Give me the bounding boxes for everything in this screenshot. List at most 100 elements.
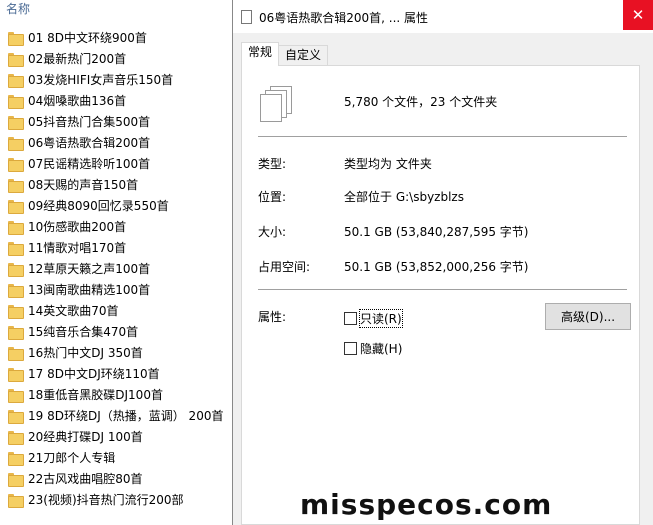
folder-list: 01 8D中文环绕900首 02最新热门200首 03发烧HIFI女声音乐150首 0… xyxy=(8,27,223,510)
folder-icon xyxy=(8,304,24,319)
type-label: 类型: xyxy=(258,157,287,171)
folder-icon xyxy=(8,115,24,130)
disk-size-label: 占用空间: xyxy=(258,260,311,274)
folder-label: 16热门中文DJ 350首 xyxy=(28,346,143,360)
close-button[interactable]: ✕ xyxy=(623,0,653,30)
folder-icon xyxy=(8,493,24,508)
folder-item[interactable]: 01 8D中文环绕900首 xyxy=(8,27,223,48)
readonly-checkbox[interactable] xyxy=(344,312,357,325)
folder-label: 13闽南歌曲精选100首 xyxy=(28,283,151,297)
folder-label: 02最新热门200首 xyxy=(28,52,127,66)
hidden-label[interactable]: 隐藏(H) xyxy=(360,340,402,357)
folder-label: 10伤感歌曲200首 xyxy=(28,220,127,234)
tab-strip: 常规 自定义 xyxy=(241,42,329,66)
location-value: 全部位于 G:\sbyzblzs xyxy=(344,190,464,204)
folder-icon xyxy=(8,430,24,445)
folder-item[interactable]: 11情歌对唱170首 xyxy=(8,237,223,258)
folder-item[interactable]: 15纯音乐合集470首 xyxy=(8,321,223,342)
folder-item[interactable]: 17 8D中文DJ环绕110首 xyxy=(8,363,223,384)
folder-item[interactable]: 18重低音黑胶碟DJ100首 xyxy=(8,384,223,405)
folder-label: 22古风戏曲唱腔80首 xyxy=(28,472,143,486)
folder-icon xyxy=(8,283,24,298)
folder-icon xyxy=(8,52,24,67)
tab-customize[interactable]: 自定义 xyxy=(278,45,329,66)
multiple-files-icon xyxy=(260,86,294,122)
disk-size-value: 50.1 GB (53,852,000,256 字节) xyxy=(344,260,529,274)
folder-label: 07民谣精选聆听100首 xyxy=(28,157,151,171)
folder-item[interactable]: 19 8D环绕DJ（热播，蓝调） 200首 xyxy=(8,405,223,426)
dialog-title: 06粤语热歌合辑200首, ... 属性 xyxy=(259,11,429,25)
separator xyxy=(258,289,627,290)
folder-icon xyxy=(8,451,24,466)
explorer-pane: 名称 01 8D中文环绕900首 02最新热门200首 03发烧HIFI女声音乐15… xyxy=(0,0,232,525)
folder-item[interactable]: 12草原天籁之声100首 xyxy=(8,258,223,279)
folder-label: 15纯音乐合集470首 xyxy=(28,325,139,339)
folder-item[interactable]: 21刀郎个人专辑 xyxy=(8,447,223,468)
folder-label: 09经典8090回忆录550首 xyxy=(28,199,169,213)
folder-icon xyxy=(8,73,24,88)
folder-item[interactable]: 08天赐的声音150首 xyxy=(8,174,223,195)
folder-item[interactable]: 02最新热门200首 xyxy=(8,48,223,69)
document-icon xyxy=(241,10,252,24)
folder-label: 19 8D环绕DJ（热播，蓝调） 200首 xyxy=(28,409,224,423)
folder-icon xyxy=(8,388,24,403)
folder-label: 23(视频)抖音热门流行200部 xyxy=(28,493,184,507)
folder-item[interactable]: 09经典8090回忆录550首 xyxy=(8,195,223,216)
folder-icon xyxy=(8,262,24,277)
folder-icon xyxy=(8,367,24,382)
folder-icon xyxy=(8,325,24,340)
folder-item[interactable]: 10伤感歌曲200首 xyxy=(8,216,223,237)
readonly-label[interactable]: 只读(R) xyxy=(359,309,403,328)
size-label: 大小: xyxy=(258,225,287,239)
folder-item[interactable]: 14英文歌曲70首 xyxy=(8,300,223,321)
hidden-checkbox-row[interactable]: 隐藏(H) xyxy=(344,340,402,357)
folder-label: 18重低音黑胶碟DJ100首 xyxy=(28,388,163,402)
folder-label: 01 8D中文环绕900首 xyxy=(28,31,147,45)
folder-icon xyxy=(8,409,24,424)
location-label: 位置: xyxy=(258,190,287,204)
size-value: 50.1 GB (53,840,287,595 字节) xyxy=(344,225,529,239)
folder-icon xyxy=(8,199,24,214)
separator xyxy=(258,136,627,137)
folder-item[interactable]: 06粤语热歌合辑200首 xyxy=(8,132,223,153)
folder-label: 12草原天籁之声100首 xyxy=(28,262,151,276)
tab-general[interactable]: 常规 xyxy=(241,42,280,66)
folder-item[interactable]: 07民谣精选聆听100首 xyxy=(8,153,223,174)
folder-item[interactable]: 20经典打碟DJ 100首 xyxy=(8,426,223,447)
folder-label: 04烟嗓歌曲136首 xyxy=(28,94,127,108)
folder-item[interactable]: 04烟嗓歌曲136首 xyxy=(8,90,223,111)
readonly-checkbox-row[interactable]: 只读(R) xyxy=(344,309,403,328)
folder-label: 14英文歌曲70首 xyxy=(28,304,119,318)
hidden-checkbox[interactable] xyxy=(344,342,357,355)
folder-icon xyxy=(8,31,24,46)
column-header-name[interactable]: 名称 xyxy=(6,0,30,17)
folder-item[interactable]: 16热门中文DJ 350首 xyxy=(8,342,223,363)
folder-label: 06粤语热歌合辑200首 xyxy=(28,136,151,150)
attributes-label: 属性: xyxy=(258,310,287,324)
folder-label: 03发烧HIFI女声音乐150首 xyxy=(28,73,174,87)
folder-label: 17 8D中文DJ环绕110首 xyxy=(28,367,160,381)
general-panel: 5,780 个文件，23 个文件夹 类型: 类型均为 文件夹 位置: 全部位于 … xyxy=(241,65,640,525)
type-value: 类型均为 文件夹 xyxy=(344,157,432,171)
title-bar[interactable]: 06粤语热歌合辑200首, ... 属性 ✕ xyxy=(233,0,653,34)
folder-icon xyxy=(8,136,24,151)
folder-icon xyxy=(8,472,24,487)
watermark-text: misspecos.com xyxy=(300,488,553,521)
folder-icon xyxy=(8,241,24,256)
folder-item[interactable]: 05抖音热门合集500首 xyxy=(8,111,223,132)
folder-icon xyxy=(8,220,24,235)
folder-icon xyxy=(8,178,24,193)
properties-dialog: 06粤语热歌合辑200首, ... 属性 ✕ 常规 自定义 5,780 个文件，… xyxy=(232,0,653,525)
folder-item[interactable]: 22古风戏曲唱腔80首 xyxy=(8,468,223,489)
folder-item[interactable]: 03发烧HIFI女声音乐150首 xyxy=(8,69,223,90)
folder-item[interactable]: 23(视频)抖音热门流行200部 xyxy=(8,489,223,510)
folder-label: 21刀郎个人专辑 xyxy=(28,451,116,465)
folder-label: 11情歌对唱170首 xyxy=(28,241,127,255)
advanced-button[interactable]: 高级(D)... xyxy=(545,303,631,330)
folder-label: 05抖音热门合集500首 xyxy=(28,115,151,129)
folder-icon xyxy=(8,346,24,361)
folder-item[interactable]: 13闽南歌曲精选100首 xyxy=(8,279,223,300)
file-count-summary: 5,780 个文件，23 个文件夹 xyxy=(344,95,498,109)
folder-label: 20经典打碟DJ 100首 xyxy=(28,430,143,444)
folder-label: 08天赐的声音150首 xyxy=(28,178,139,192)
